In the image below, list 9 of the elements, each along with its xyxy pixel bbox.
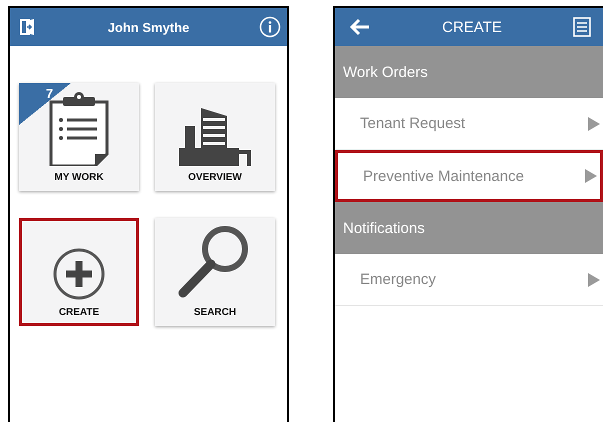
- menu-tile[interactable]: SEARCH: [155, 218, 275, 326]
- screen-title: CREATE: [442, 18, 502, 36]
- menu-tile[interactable]: MY WORK 7: [19, 83, 139, 191]
- count-badge: 7: [19, 83, 71, 125]
- section-header: Work Orders: [335, 46, 603, 98]
- section-header: Notifications: [335, 202, 603, 254]
- screen-title: John Smythe: [108, 20, 190, 34]
- menu-tile[interactable]: CREATE: [19, 218, 139, 326]
- menu-tile[interactable]: OVERVIEW: [155, 83, 275, 191]
